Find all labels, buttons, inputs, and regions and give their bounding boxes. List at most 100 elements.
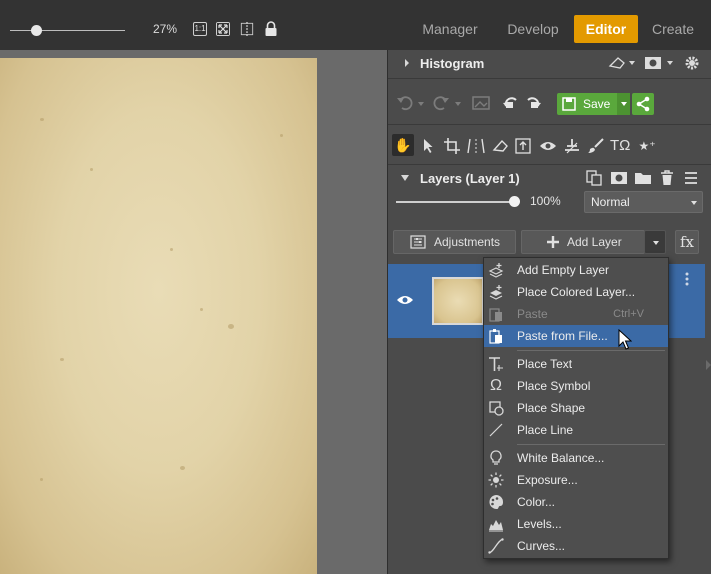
panel-collapse-icon[interactable] <box>704 358 711 372</box>
redo-icon[interactable] <box>432 95 450 111</box>
chevron-down-icon[interactable] <box>628 60 636 66</box>
canvas-area[interactable] <box>0 50 387 574</box>
paste-icon <box>489 308 502 322</box>
menu-item-label: Levels... <box>517 517 562 531</box>
menu-item-place-shape[interactable]: Place Shape <box>484 397 668 419</box>
menu-item-levels[interactable]: Levels... <box>484 513 668 535</box>
visibility-eye-icon[interactable] <box>396 294 414 306</box>
chevron-down-icon[interactable] <box>454 101 462 107</box>
save-options-button[interactable] <box>617 93 630 115</box>
chevron-down-icon <box>691 201 697 205</box>
text-tool-icon[interactable]: TΩ <box>610 138 630 154</box>
paste-file-icon <box>489 329 502 344</box>
add-layer-label: Add Layer <box>567 235 622 249</box>
fit-to-screen-icon[interactable] <box>216 22 230 36</box>
image-paper <box>0 58 317 574</box>
menu-item-curves[interactable]: Curves... <box>484 535 668 557</box>
more-vertical-icon[interactable] <box>685 272 689 286</box>
mode-editor[interactable]: Editor <box>574 15 638 43</box>
menu-icon[interactable] <box>684 171 698 185</box>
opacity-slider-track[interactable] <box>396 201 514 203</box>
hand-icon[interactable]: ✋ <box>394 137 412 153</box>
brush-icon[interactable] <box>587 138 605 154</box>
menu-item-white-balance[interactable]: White Balance... <box>484 447 668 469</box>
mode-manager[interactable]: Manager <box>415 15 485 43</box>
mask-view-icon[interactable] <box>644 56 662 70</box>
menu-item-place-text[interactable]: Place Text <box>484 353 668 375</box>
bulb-icon <box>490 450 502 465</box>
add-layer-options-button[interactable] <box>644 230 666 254</box>
menu-item-place-symbol[interactable]: Ω Place Symbol <box>484 375 668 397</box>
rotate-icons[interactable] <box>502 94 542 112</box>
line-icon <box>489 423 503 437</box>
adjustments-button[interactable]: Adjustments <box>393 230 516 254</box>
compare-icon[interactable] <box>240 22 254 36</box>
share-button[interactable] <box>632 93 654 115</box>
menu-item-label: Place Text <box>517 357 573 371</box>
resize-icon[interactable] <box>515 138 531 154</box>
menu-item-label: Place Shape <box>517 401 586 415</box>
mode-create[interactable]: Create <box>645 15 701 43</box>
menu-item-label: Add Empty Layer <box>517 263 610 277</box>
menu-item-label: Paste <box>517 307 548 321</box>
crop-icon[interactable] <box>444 138 460 154</box>
palette-icon <box>489 495 503 510</box>
shape-icon <box>489 401 504 416</box>
clone-stamp-icon[interactable] <box>563 138 581 154</box>
add-layer-button[interactable]: Add Layer <box>521 230 645 254</box>
histogram-title: Histogram <box>420 56 485 71</box>
fx-button[interactable]: fx <box>675 230 699 254</box>
chevron-down-icon <box>653 241 659 245</box>
image-history-icon[interactable] <box>472 95 490 111</box>
menu-item-label: Exposure... <box>517 473 578 487</box>
top-bar: 27% 1:1 Manager Develop Editor Create <box>0 0 711 50</box>
mode-develop[interactable]: Develop <box>500 15 566 43</box>
chevron-down-icon[interactable] <box>666 60 674 66</box>
expand-arrow-icon[interactable] <box>403 58 411 68</box>
save-label: Save <box>583 97 611 111</box>
menu-item-label: Place Symbol <box>517 379 591 393</box>
menu-item-color[interactable]: Color... <box>484 491 668 513</box>
crop-preview-icon[interactable] <box>608 56 626 70</box>
perspective-icon[interactable] <box>492 138 508 154</box>
zoom-slider-track[interactable] <box>10 30 125 31</box>
select-arrow-icon[interactable] <box>422 138 434 154</box>
layers-add-icon <box>488 263 504 278</box>
actual-size-icon[interactable]: 1:1 <box>193 22 207 36</box>
text-icon <box>489 357 503 371</box>
layers-title: Layers (Layer 1) <box>420 171 520 186</box>
sliders-icon <box>410 235 426 249</box>
menu-item-add-empty-layer[interactable]: Add Empty Layer <box>484 259 668 281</box>
settings-gear-icon[interactable] <box>684 55 700 71</box>
lock-icon[interactable] <box>264 21 278 37</box>
effects-stars-icon[interactable]: ★⁺ <box>638 138 656 154</box>
blend-mode-select[interactable]: Normal <box>584 191 703 213</box>
duplicate-layer-icon[interactable] <box>586 170 602 186</box>
menu-item-label: Paste from File... <box>517 329 608 343</box>
blend-mode-value: Normal <box>591 195 630 209</box>
omega-icon: Ω <box>490 377 502 394</box>
menu-item-label: Place Line <box>517 423 574 437</box>
menu-item-place-colored-layer[interactable]: Place Colored Layer... <box>484 281 668 303</box>
levels-icon <box>489 520 503 532</box>
trash-icon[interactable] <box>660 170 674 186</box>
zoom-slider-handle[interactable] <box>31 25 42 36</box>
chevron-down-icon <box>621 102 627 106</box>
mouse-cursor-icon <box>618 329 632 350</box>
menu-item-paste-from-file[interactable]: Paste from File... <box>484 325 668 347</box>
straighten-icon[interactable] <box>467 138 485 154</box>
layer-mask-icon[interactable] <box>610 171 628 185</box>
collapse-arrow-icon[interactable] <box>400 174 410 182</box>
menu-item-shortcut: Ctrl+V <box>613 308 644 320</box>
chevron-down-icon[interactable] <box>417 101 425 107</box>
menu-item-paste[interactable]: Paste Ctrl+V <box>484 303 668 325</box>
red-eye-icon[interactable] <box>539 139 557 153</box>
opacity-slider-handle[interactable] <box>509 196 520 207</box>
adjustments-label: Adjustments <box>434 235 501 249</box>
menu-item-exposure[interactable]: Exposure... <box>484 469 668 491</box>
menu-item-place-line[interactable]: Place Line <box>484 419 668 441</box>
folder-icon[interactable] <box>634 171 652 185</box>
layer-thumbnail <box>432 277 484 325</box>
menu-item-label: White Balance... <box>517 451 605 465</box>
undo-icon[interactable] <box>396 95 414 111</box>
